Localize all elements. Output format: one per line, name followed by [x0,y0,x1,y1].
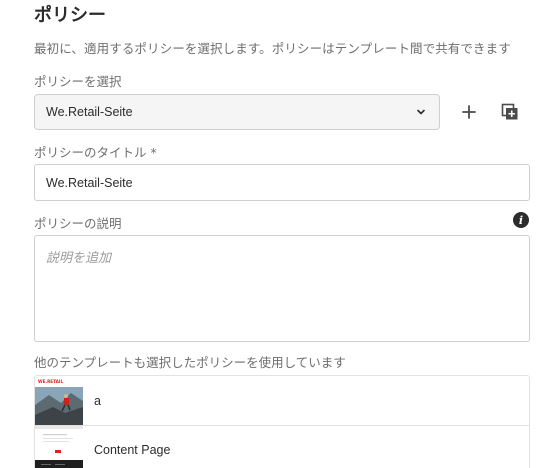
policy-title-label: ポリシーのタイトル * [34,145,157,160]
policy-select-value: We.Retail-Seite [46,105,133,119]
duplicate-icon [501,103,518,120]
policy-title-value: We.Retail-Seite [46,175,133,190]
policy-title-input[interactable]: We.Retail-Seite [34,164,530,201]
chevron-down-icon [417,109,425,115]
policy-description-placeholder: 説明を追加 [46,251,112,266]
content-page-thumbnail [35,426,83,468]
shared-templates-list: WE.RETAIL a Content Page [34,375,530,468]
thumb-logo: WE.RETAIL [38,379,63,384]
policy-select[interactable]: We.Retail-Seite [34,94,440,130]
climber-thumbnail: WE.RETAIL [35,376,83,425]
template-name: a [94,393,101,408]
info-icon[interactable]: i [513,212,529,228]
plus-icon [462,105,476,119]
shared-templates-label: 他のテンプレートも選択したポリシーを使用しています [34,355,346,370]
list-item[interactable]: Content Page [35,425,529,468]
template-name: Content Page [94,443,171,457]
policy-description: 最初に、適用するポリシーを選択します。ポリシーはテンプレート間で共有できます [34,41,511,56]
policy-heading: ポリシー [34,5,106,26]
policy-description-label: ポリシーの説明 [34,216,122,231]
add-policy-button[interactable] [456,99,482,125]
duplicate-policy-button[interactable] [497,99,523,125]
policy-description-textarea[interactable]: 説明を追加 [34,235,530,342]
list-item[interactable]: WE.RETAIL a [35,376,529,425]
select-policy-label: ポリシーを選択 [34,74,122,89]
